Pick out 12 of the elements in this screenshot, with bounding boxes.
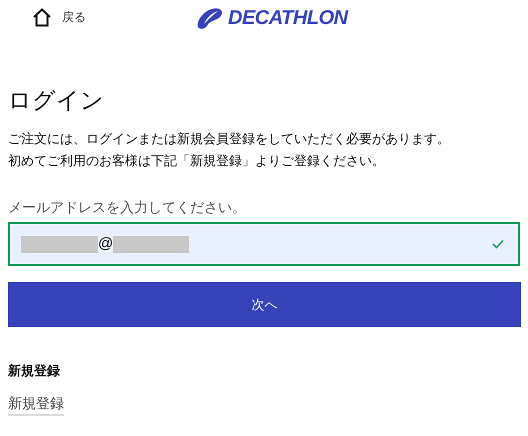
- email-label: メールアドレスを入力してください。: [8, 198, 247, 216]
- register-link[interactable]: 新規登録: [8, 392, 64, 416]
- back-link[interactable]: 戻る: [32, 8, 86, 26]
- intro-text: ご注文には、ログインまたは新規会員登録をしていただく必要があります。: [8, 130, 451, 148]
- email-field[interactable]: @: [8, 222, 520, 266]
- intro-text: 初めてご利用のお客様は下記「新規登録」よりご登録ください。: [8, 152, 386, 170]
- logo-swoosh-icon: [196, 6, 224, 30]
- section-heading: 新規登録: [8, 362, 61, 380]
- home-icon: [32, 8, 52, 26]
- logo-text: DECATHLON: [228, 6, 348, 31]
- next-button[interactable]: 次へ: [8, 282, 521, 327]
- page-title: ログイン: [8, 86, 105, 114]
